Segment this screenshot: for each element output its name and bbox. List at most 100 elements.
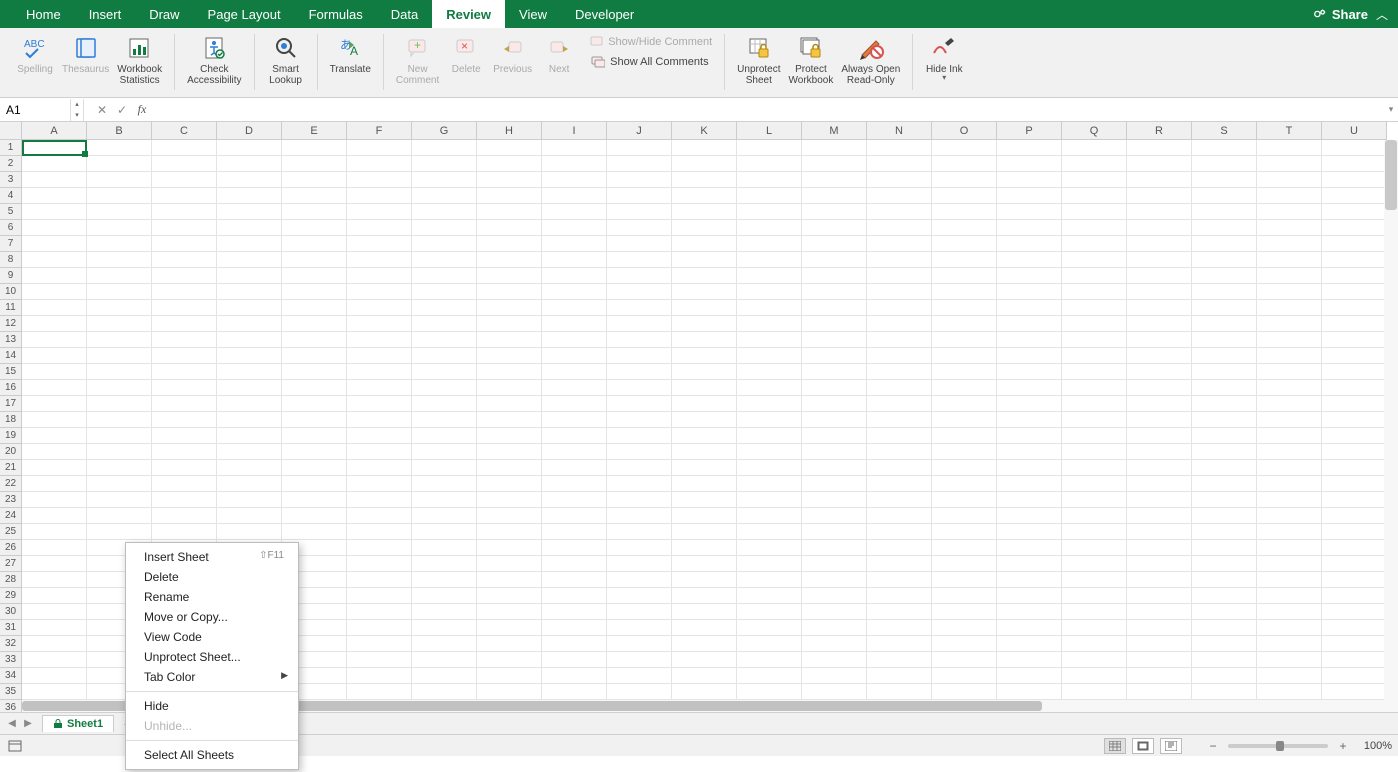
- cell[interactable]: [802, 268, 867, 284]
- cell[interactable]: [802, 316, 867, 332]
- cell[interactable]: [607, 300, 672, 316]
- sheet-nav-prev[interactable]: ◀: [4, 718, 20, 729]
- cell[interactable]: [867, 236, 932, 252]
- cell[interactable]: [932, 428, 997, 444]
- cell[interactable]: [932, 444, 997, 460]
- cell[interactable]: [217, 300, 282, 316]
- cell[interactable]: [932, 540, 997, 556]
- cell[interactable]: [672, 444, 737, 460]
- cell[interactable]: [412, 556, 477, 572]
- cell[interactable]: [997, 572, 1062, 588]
- cell[interactable]: [1192, 316, 1257, 332]
- cell[interactable]: [347, 316, 412, 332]
- cell[interactable]: [1322, 284, 1387, 300]
- cell[interactable]: [997, 268, 1062, 284]
- cell[interactable]: [1257, 316, 1322, 332]
- cell[interactable]: [932, 188, 997, 204]
- cell[interactable]: [542, 556, 607, 572]
- check-accessibility-button[interactable]: Check Accessibility: [183, 32, 245, 88]
- cell[interactable]: [282, 460, 347, 476]
- row-header-36[interactable]: 36: [0, 700, 22, 712]
- cell[interactable]: [152, 204, 217, 220]
- cell[interactable]: [672, 652, 737, 668]
- cell[interactable]: [22, 556, 87, 572]
- cell[interactable]: [542, 428, 607, 444]
- column-header-Q[interactable]: Q: [1062, 122, 1127, 140]
- cell[interactable]: [477, 300, 542, 316]
- cell[interactable]: [997, 236, 1062, 252]
- cell[interactable]: [152, 412, 217, 428]
- cell[interactable]: [1127, 268, 1192, 284]
- cell[interactable]: [22, 476, 87, 492]
- cell[interactable]: [1257, 236, 1322, 252]
- cell[interactable]: [217, 332, 282, 348]
- cell[interactable]: [1127, 140, 1192, 156]
- cell[interactable]: [1192, 284, 1257, 300]
- cell[interactable]: [867, 140, 932, 156]
- cell[interactable]: [737, 572, 802, 588]
- cell[interactable]: [152, 252, 217, 268]
- cell[interactable]: [347, 540, 412, 556]
- share-button[interactable]: Share: [1313, 7, 1368, 22]
- cell[interactable]: [607, 492, 672, 508]
- cell[interactable]: [412, 652, 477, 668]
- cell[interactable]: [152, 364, 217, 380]
- row-header-17[interactable]: 17: [0, 396, 22, 412]
- cell[interactable]: [737, 220, 802, 236]
- cell[interactable]: [1257, 572, 1322, 588]
- cell[interactable]: [607, 556, 672, 572]
- cell[interactable]: [932, 652, 997, 668]
- cell[interactable]: [737, 252, 802, 268]
- cell[interactable]: [802, 396, 867, 412]
- cell[interactable]: [1127, 188, 1192, 204]
- cell[interactable]: [672, 332, 737, 348]
- cell[interactable]: [542, 476, 607, 492]
- cell[interactable]: [997, 172, 1062, 188]
- cell[interactable]: [1192, 572, 1257, 588]
- cell[interactable]: [997, 140, 1062, 156]
- row-header-26[interactable]: 26: [0, 540, 22, 556]
- cell[interactable]: [1322, 524, 1387, 540]
- row-header-24[interactable]: 24: [0, 508, 22, 524]
- cell[interactable]: [152, 284, 217, 300]
- new-comment-button[interactable]: + New Comment: [392, 32, 443, 88]
- cell[interactable]: [607, 572, 672, 588]
- cell[interactable]: [932, 620, 997, 636]
- cell[interactable]: [997, 188, 1062, 204]
- cell[interactable]: [22, 140, 87, 156]
- cell[interactable]: [87, 524, 152, 540]
- cell[interactable]: [1062, 668, 1127, 684]
- cell[interactable]: [1257, 412, 1322, 428]
- cell[interactable]: [217, 524, 282, 540]
- formula-input[interactable]: [152, 99, 1384, 121]
- cell[interactable]: [1257, 140, 1322, 156]
- cell[interactable]: [347, 508, 412, 524]
- cell[interactable]: [672, 540, 737, 556]
- cell[interactable]: [347, 300, 412, 316]
- cell[interactable]: [672, 236, 737, 252]
- cell[interactable]: [87, 268, 152, 284]
- cell[interactable]: [867, 316, 932, 332]
- cell[interactable]: [152, 444, 217, 460]
- row-header-1[interactable]: 1: [0, 140, 22, 156]
- cell[interactable]: [607, 668, 672, 684]
- cell[interactable]: [737, 284, 802, 300]
- cell[interactable]: [672, 380, 737, 396]
- cell[interactable]: [737, 460, 802, 476]
- cell[interactable]: [542, 652, 607, 668]
- cell[interactable]: [932, 316, 997, 332]
- cell[interactable]: [152, 460, 217, 476]
- cell[interactable]: [217, 364, 282, 380]
- cell[interactable]: [87, 492, 152, 508]
- cell[interactable]: [737, 364, 802, 380]
- cell[interactable]: [412, 428, 477, 444]
- cell[interactable]: [672, 156, 737, 172]
- cell[interactable]: [22, 316, 87, 332]
- cell[interactable]: [477, 348, 542, 364]
- cell[interactable]: [1257, 156, 1322, 172]
- cell[interactable]: [607, 380, 672, 396]
- cell[interactable]: [282, 412, 347, 428]
- cell[interactable]: [347, 348, 412, 364]
- cell[interactable]: [412, 604, 477, 620]
- cell[interactable]: [802, 460, 867, 476]
